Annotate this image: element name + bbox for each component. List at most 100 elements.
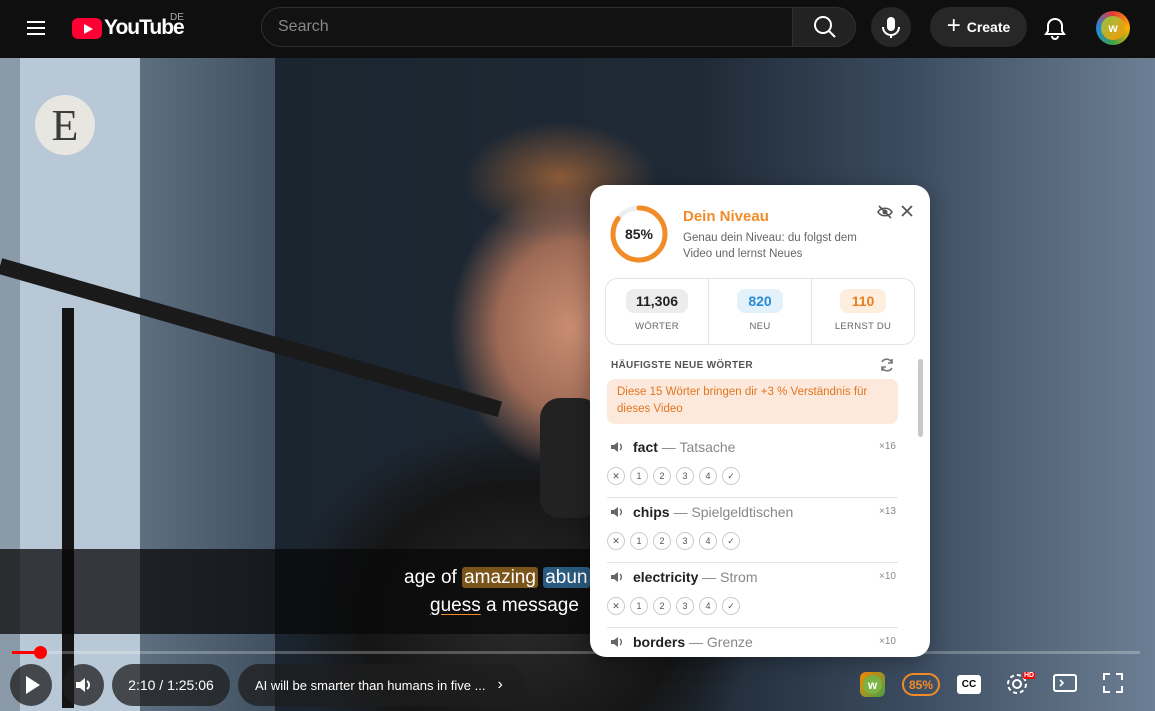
search-input[interactable]	[278, 8, 792, 46]
word-translation: Tatsache	[679, 439, 736, 455]
level-button[interactable]: ✓	[722, 532, 740, 550]
channel-watermark: E	[35, 95, 95, 155]
video-player[interactable]: E age of amazing abun guess a message 2:…	[0, 58, 1155, 711]
time-display: 2:10 / 1:25:06	[112, 664, 230, 706]
panel-description: Genau dein Niveau: du folgst dem Video u…	[683, 232, 857, 260]
level-button[interactable]: 4	[699, 467, 717, 485]
level-percent: 85%	[624, 226, 654, 242]
fullscreen-button[interactable]	[1101, 671, 1125, 695]
subtitle-line-1: age of amazing abun	[404, 567, 590, 588]
word-text: borders — Grenze	[633, 634, 753, 650]
search-button[interactable]	[792, 7, 856, 47]
level-button[interactable]: ✕	[607, 467, 625, 485]
word-dash: —	[669, 504, 692, 520]
speaker-icon[interactable]	[610, 636, 624, 648]
word-count: ×10	[879, 571, 896, 582]
level-button[interactable]: 4	[699, 597, 717, 615]
subtitle-word-amazing[interactable]: amazing	[462, 567, 538, 588]
word-row[interactable]: borders — Grenze×10✕1234✓	[607, 628, 898, 657]
word-count: ×10	[879, 636, 896, 647]
word-term: chips	[633, 504, 670, 520]
word-count: ×13	[879, 506, 896, 517]
mic-stand	[62, 308, 74, 708]
level-percent-button[interactable]: 85%	[902, 673, 940, 696]
level-button[interactable]: ✓	[722, 467, 740, 485]
tip-banner: Diese 15 Wörter bringen dir +3 % Verstän…	[607, 379, 898, 424]
word-row[interactable]: chips — Spielgeldtischen ×13 ✕ 1 2 3 4 ✓	[607, 498, 898, 563]
stat-words: 11,306 WÖRTER	[606, 279, 709, 344]
level-panel: 85% Dein Niveau Genau dein Niveau: du fo…	[590, 185, 930, 657]
stat-new: 820 NEU	[709, 279, 812, 344]
level-button[interactable]: 1	[630, 597, 648, 615]
search-box[interactable]	[261, 7, 793, 47]
close-icon[interactable]	[899, 203, 915, 219]
level-button[interactable]: 3	[676, 467, 694, 485]
level-button[interactable]: 3	[676, 597, 694, 615]
chapter-title: AI will be smarter than humans in five .…	[255, 677, 486, 693]
chapter-button[interactable]: AI will be smarter than humans in five .…	[238, 664, 526, 706]
speaker-icon[interactable]	[610, 571, 624, 583]
progress-scrubber[interactable]	[34, 646, 48, 659]
theater-icon	[1053, 674, 1077, 692]
create-button[interactable]: + Create	[930, 7, 1027, 47]
youtube-play-icon	[72, 17, 102, 39]
level-button[interactable]: ✕	[607, 532, 625, 550]
level-button[interactable]: 2	[653, 532, 671, 550]
level-buttons: ✕ 1 2 3 4 ✓	[607, 467, 740, 485]
voice-search-button[interactable]	[871, 7, 911, 47]
captions-button[interactable]: CC	[957, 675, 981, 694]
chevron-right-icon: ›	[497, 676, 503, 693]
level-button[interactable]: 2	[653, 467, 671, 485]
language-extension-button[interactable]: w	[860, 672, 885, 697]
word-text: chips — Spielgeldtischen	[633, 504, 793, 520]
level-button[interactable]: 1	[630, 532, 648, 550]
level-button[interactable]: 2	[653, 597, 671, 615]
level-button[interactable]: ✓	[722, 597, 740, 615]
word-term: fact	[633, 439, 658, 455]
theater-mode-button[interactable]	[1052, 672, 1078, 694]
bell-icon	[1044, 17, 1066, 40]
country-code: DE	[170, 12, 184, 23]
subtitle-line-2: guess a message	[430, 595, 579, 616]
volume-button[interactable]	[62, 664, 104, 706]
word-row[interactable]: fact — Tatsache ×16 ✕ 1 2 3 4 ✓	[607, 433, 898, 498]
play-icon	[26, 676, 40, 694]
progress-bar[interactable]	[12, 646, 1140, 659]
notifications-button[interactable]	[1040, 13, 1070, 43]
level-button[interactable]: ✕	[607, 597, 625, 615]
stats-box: 11,306 WÖRTER 820 NEU 110 LERNST DU	[605, 278, 915, 345]
play-button[interactable]	[10, 664, 52, 706]
plus-icon: +	[946, 12, 961, 39]
word-translation: Grenze	[706, 634, 753, 650]
subtitle-word-guess[interactable]: guess	[430, 595, 481, 616]
word-list: fact — Tatsache ×16 ✕ 1 2 3 4 ✓ chips — Spielgel…	[607, 433, 898, 657]
volume-icon	[76, 678, 90, 692]
subtitle-box	[0, 549, 600, 634]
mic-arm	[0, 258, 503, 418]
menu-icon[interactable]	[24, 17, 48, 39]
fullscreen-icon	[1103, 673, 1123, 693]
refresh-icon[interactable]	[879, 357, 895, 373]
word-dash: —	[698, 569, 721, 585]
level-buttons: ✕ 1 2 3 4 ✓	[607, 597, 740, 615]
hd-badge: HD	[1023, 672, 1036, 679]
word-translation: Strom	[720, 569, 758, 585]
stat-learning: 110 LERNST DU	[812, 279, 914, 344]
create-label: Create	[966, 19, 1011, 35]
word-term: electricity	[633, 569, 699, 585]
level-button[interactable]: 4	[699, 532, 717, 550]
youtube-logo[interactable]: YouTube DE	[72, 12, 185, 40]
level-button[interactable]: 1	[630, 467, 648, 485]
speaker-icon[interactable]	[610, 441, 624, 453]
top-bar: YouTube DE + Create w	[0, 0, 1155, 56]
word-row[interactable]: electricity — Strom ×10 ✕ 1 2 3 4 ✓	[607, 563, 898, 628]
speaker-icon[interactable]	[610, 506, 624, 518]
subtitle-word-abun[interactable]: abun	[543, 567, 590, 588]
panel-scrollbar[interactable]	[918, 359, 923, 437]
avatar[interactable]: w	[1096, 11, 1130, 45]
level-button[interactable]: 3	[676, 532, 694, 550]
panel-title: Dein Niveau	[683, 208, 769, 225]
word-dash: —	[657, 439, 680, 455]
eye-off-icon[interactable]	[876, 203, 894, 221]
section-heading: HÄUFIGSTE NEUE WÖRTER	[611, 360, 753, 371]
